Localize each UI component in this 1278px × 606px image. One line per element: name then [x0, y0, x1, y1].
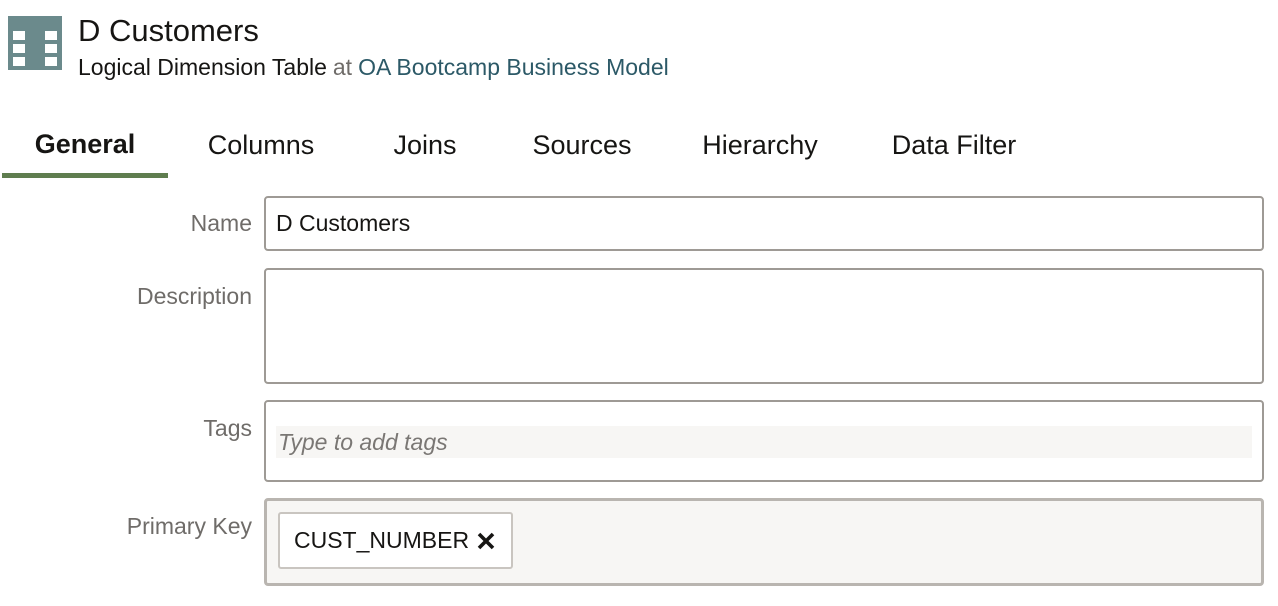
- page-header: D Customers Logical Dimension Table at OA …: [6, 10, 1266, 80]
- subtitle-at-label: at: [332, 54, 353, 80]
- tab-data-filter[interactable]: Data Filter: [852, 112, 1056, 178]
- business-model-link[interactable]: OA Bootcamp Business Model: [358, 54, 669, 80]
- close-icon[interactable]: [475, 530, 497, 552]
- primary-key-chip: CUST_NUMBER: [278, 512, 514, 569]
- tab-sources[interactable]: Sources: [496, 112, 668, 178]
- description-textarea[interactable]: [276, 278, 1246, 374]
- tab-bar: General Columns Joins Sources Hierarchy …: [2, 112, 1056, 178]
- primary-key-label: Primary Key: [126, 513, 252, 539]
- primary-key-field[interactable]: CUST_NUMBER: [264, 498, 1264, 586]
- tags-input[interactable]: [278, 426, 1238, 458]
- tab-columns[interactable]: Columns: [168, 112, 354, 178]
- name-input[interactable]: [276, 198, 1246, 249]
- name-label: Name: [190, 210, 252, 236]
- tags-field-wrapper: [264, 400, 1264, 482]
- page-subtitle: Logical Dimension Table at OA Bootcamp Bus…: [78, 52, 669, 82]
- tab-joins[interactable]: Joins: [354, 112, 496, 178]
- logical-table-icon: [8, 16, 62, 70]
- description-field-wrapper: [264, 268, 1264, 384]
- primary-key-chip-label: CUST_NUMBER: [294, 527, 470, 553]
- description-label: Description: [136, 283, 252, 309]
- object-type-label: Logical Dimension Table: [78, 54, 327, 80]
- tab-hierarchy[interactable]: Hierarchy: [668, 112, 852, 178]
- tags-label: Tags: [203, 415, 252, 441]
- name-field-wrapper: [264, 196, 1264, 251]
- tab-general[interactable]: General: [2, 112, 168, 178]
- page-title: D Customers: [78, 13, 259, 48]
